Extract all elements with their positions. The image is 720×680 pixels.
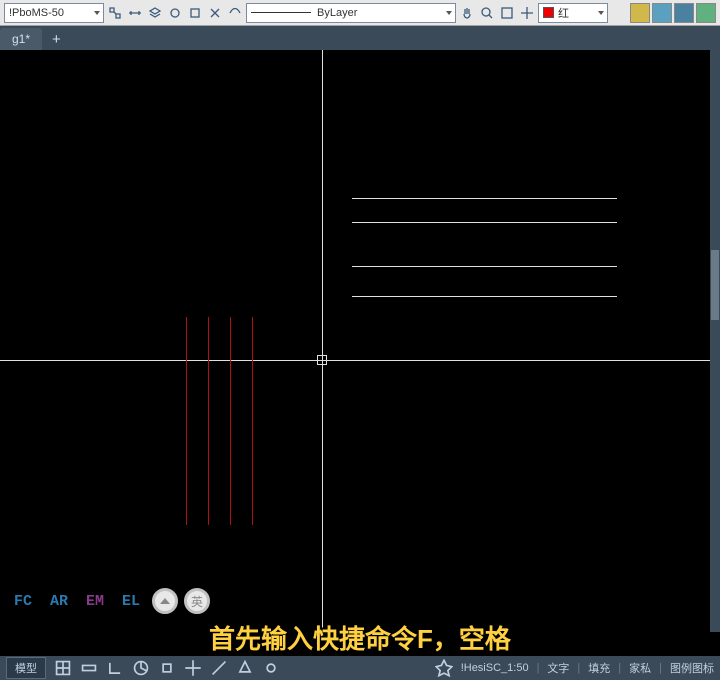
crosshair-pickbox [317,355,327,365]
separator: | [537,662,540,674]
drawing-line-red [230,317,231,525]
palette-tool-icon[interactable] [674,3,694,23]
subtitle-overlay: 首先输入快捷命令F，空格 [0,619,720,656]
line-sample-icon [251,12,311,13]
tab-label: g1* [12,32,30,46]
text-style-value: !PboMS-50 [9,7,64,19]
crosshair-vertical [322,50,323,632]
plus-icon: + [52,31,61,48]
palette-tool-icon[interactable] [630,3,650,23]
model-label: 模型 [15,663,37,675]
drawing-line-red [186,317,187,525]
ortho-toggle-icon[interactable] [106,659,124,677]
grid-toggle-icon[interactable] [54,659,72,677]
polar-toggle-icon[interactable] [132,659,150,677]
tab-strip: g1* + [0,26,720,50]
separator: | [618,662,621,674]
new-tab-button[interactable]: + [42,28,71,50]
match-properties-icon[interactable] [106,4,124,22]
tool-icon[interactable] [166,4,184,22]
zoom-window-icon[interactable] [498,4,516,22]
status-text-item[interactable]: 文字 [547,660,569,676]
color-dropdown[interactable]: 红 [538,3,608,23]
tool-icon[interactable] [186,4,204,22]
model-space-button[interactable]: 模型 [6,657,46,679]
shortcut-chip-el[interactable]: EL [116,591,146,612]
status-icon[interactable] [210,659,228,677]
scrollbar-thumb[interactable] [711,250,719,320]
zoom-icon[interactable] [478,4,496,22]
status-text-item[interactable]: 图例图标 [670,660,714,676]
status-icon[interactable] [236,659,254,677]
drawing-line-red [252,317,253,525]
status-text-item[interactable]: 家私 [629,660,651,676]
color-value: 红 [558,5,569,21]
status-icon[interactable] [262,659,280,677]
shortcut-chip-fc[interactable]: FC [8,591,38,612]
status-text-item[interactable]: 填充 [588,660,610,676]
shortcut-chip-em[interactable]: EM [80,591,110,612]
linetype-value: ByLayer [317,7,357,19]
color-swatch-icon [543,7,554,18]
drawing-line [352,296,617,297]
chevron-up-icon [160,598,170,604]
snap-toggle-icon[interactable] [80,659,98,677]
layer-properties-icon[interactable] [146,4,164,22]
linetype-dropdown[interactable]: ByLayer [246,3,456,23]
tool-icon[interactable] [226,4,244,22]
ime-label: 英 [191,593,203,610]
drawing-line [352,198,617,199]
vertical-scrollbar[interactable] [710,50,720,632]
drawing-line [352,266,617,267]
top-toolbar: !PboMS-50 ByLayer 红 [0,0,720,26]
separator: | [577,662,580,674]
status-icon[interactable] [184,659,202,677]
chevron-down-icon [446,11,452,15]
drawing-line [352,222,617,223]
scale-value[interactable]: !HesiSC_1:50 [461,662,529,674]
text-style-dropdown[interactable]: !PboMS-50 [4,3,104,23]
chevron-down-icon [94,11,100,15]
chevron-down-icon [598,11,604,15]
shortcut-chip-ar[interactable]: AR [44,591,74,612]
dimension-icon[interactable] [126,4,144,22]
drawing-tab[interactable]: g1* [0,28,42,50]
ime-button[interactable]: 英 [184,588,210,614]
pan-icon[interactable] [458,4,476,22]
tool-icon[interactable] [518,4,536,22]
palette-tool-icon[interactable] [652,3,672,23]
crosshair-horizontal [0,360,710,361]
collapse-button[interactable] [152,588,178,614]
right-toolbar-icons [630,3,716,23]
osnap-toggle-icon[interactable] [158,659,176,677]
tool-icon[interactable] [206,4,224,22]
annoscale-icon[interactable] [435,659,453,677]
drawing-canvas[interactable] [0,50,710,632]
palette-tool-icon[interactable] [696,3,716,23]
drawing-line-red [208,317,209,525]
separator: | [659,662,662,674]
status-bar: 模型 !HesiSC_1:50 | 文字 | 填充 | 家私 | 图例图标 [0,656,720,680]
command-shortcut-bar: FC AR EM EL 英 [0,584,218,618]
